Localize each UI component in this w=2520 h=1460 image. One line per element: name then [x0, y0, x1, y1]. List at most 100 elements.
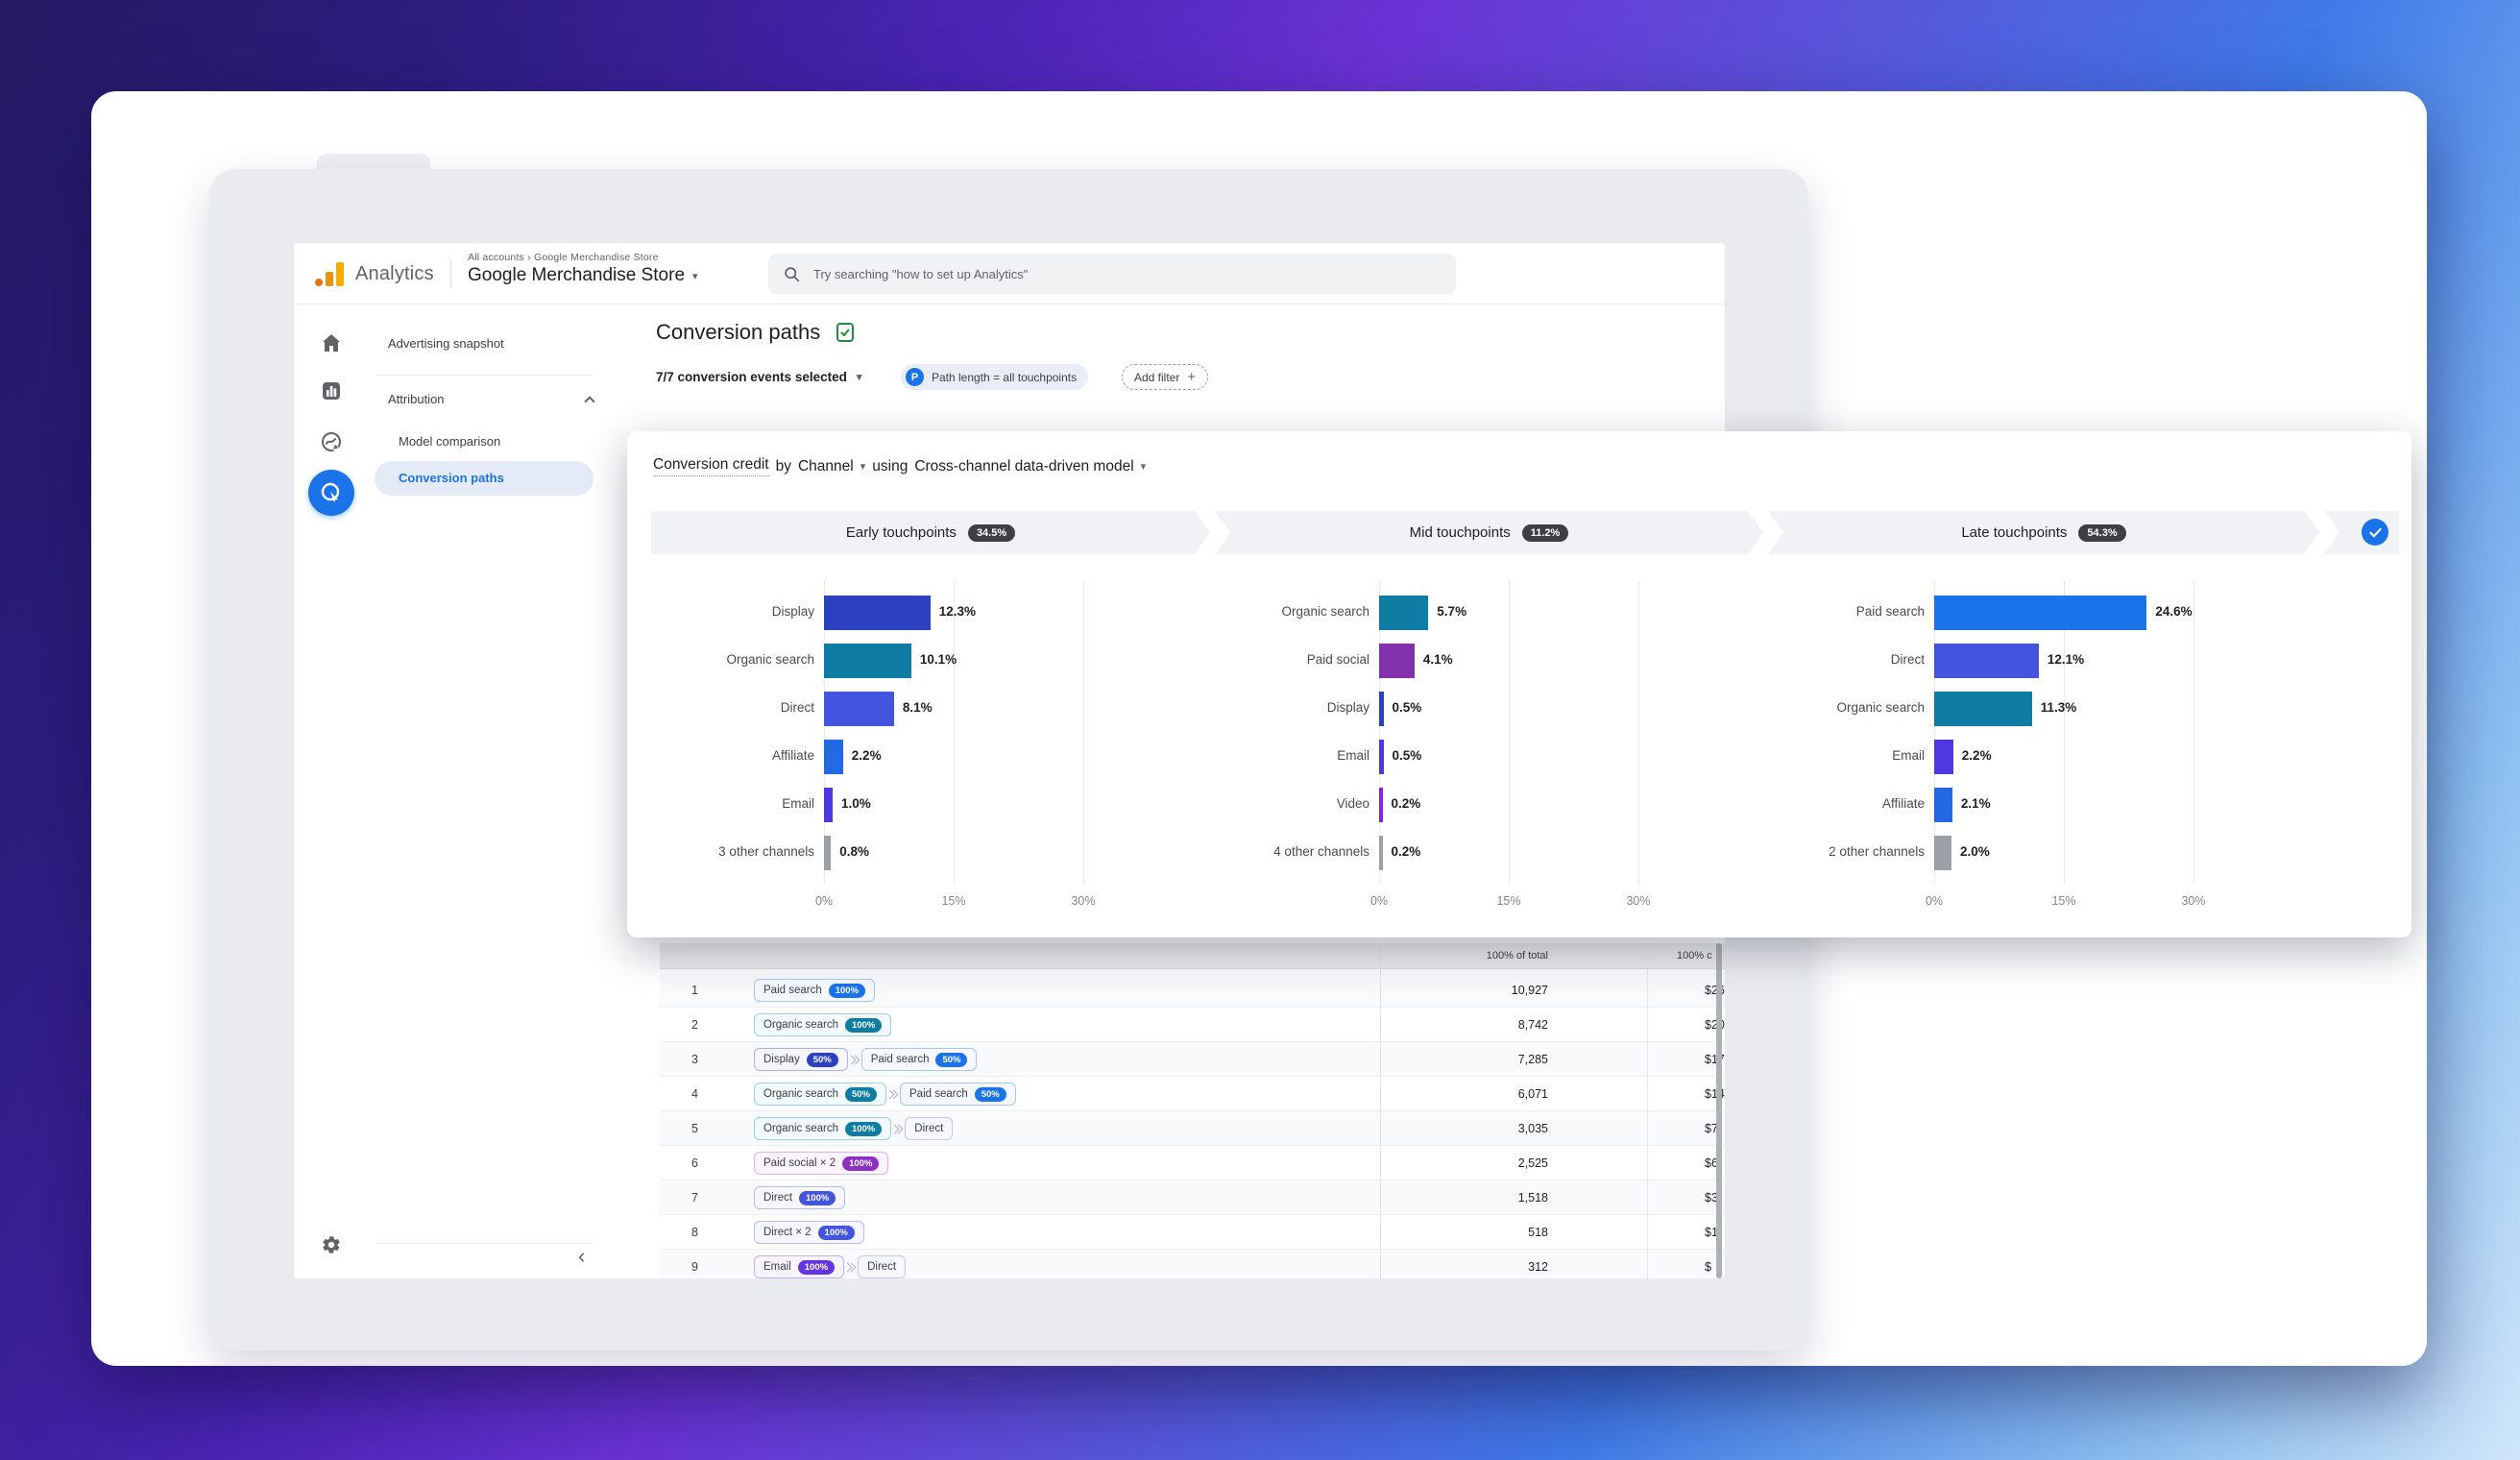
- tab-label: Early touchpoints: [846, 524, 957, 541]
- model-dropdown[interactable]: Cross-channel data-driven model: [914, 458, 1133, 475]
- credit-percent-badge: 100%: [845, 1122, 882, 1136]
- table-row[interactable]: 8Direct × 2100%518$1: [660, 1215, 1725, 1250]
- table-row[interactable]: 2Organic search100%8,742$20: [660, 1008, 1725, 1042]
- row-number: 4: [691, 1087, 715, 1101]
- table-row[interactable]: 5Organic search100%Direct3,035$7: [660, 1111, 1725, 1146]
- table-row[interactable]: 6Paid social × 2100%2,525$6: [660, 1146, 1725, 1180]
- sidebar-item-model-comparison[interactable]: Model comparison: [399, 434, 500, 449]
- channel-chip-label: Display: [763, 1054, 800, 1065]
- chart-category-label: Organic search: [1761, 700, 1925, 715]
- credit-percent-badge: 100%: [845, 1018, 882, 1033]
- channel-chip-label: Email: [763, 1261, 791, 1273]
- data-quality-icon[interactable]: [834, 321, 857, 344]
- tab-mid-touchpoints[interactable]: Mid touchpoints 11.2%: [1215, 511, 1763, 554]
- channel-path: Paid search100%: [754, 979, 875, 1002]
- sidebar-section-attribution[interactable]: Attribution: [388, 392, 594, 406]
- chart-bar: [1934, 788, 1952, 822]
- dimension-dropdown[interactable]: Channel: [798, 458, 854, 475]
- sidebar-item-home[interactable]: [317, 328, 346, 357]
- table-row[interactable]: 4Organic search50%Paid search50%6,071$14: [660, 1077, 1725, 1111]
- conversions-value: 8,742: [1260, 1018, 1548, 1032]
- table-column-divider: [1380, 943, 1381, 1278]
- chart-bar: [824, 692, 894, 726]
- row-number: 2: [691, 1018, 715, 1032]
- nav-bottom-divider: [376, 1243, 594, 1244]
- channel-chip[interactable]: Organic search50%: [754, 1083, 886, 1106]
- path-chevron-icon: [894, 1126, 902, 1132]
- chart-category-label: Affiliate: [1761, 796, 1925, 811]
- chart-late-touchpoints: 0%15%30%Paid search24.6%Direct12.1%Organ…: [1761, 575, 2299, 921]
- channel-chip[interactable]: Direct × 2100%: [754, 1221, 864, 1244]
- chart-category-label: Display: [1206, 700, 1369, 715]
- table-row[interactable]: 3Display50%Paid search50%7,285$17: [660, 1042, 1725, 1077]
- chevron-down-icon: ▾: [857, 371, 862, 383]
- chart-category-label: Email: [1761, 748, 1925, 763]
- conversions-value: 6,071: [1260, 1087, 1548, 1101]
- channel-chip[interactable]: Email100%: [754, 1255, 844, 1278]
- chart-value-label: 0.5%: [1393, 748, 1422, 763]
- chart-bar: [1379, 740, 1384, 774]
- chart-value-label: 12.3%: [939, 604, 976, 619]
- chart-value-label: 2.2%: [852, 748, 882, 763]
- chart-row: Paid search24.6%: [1761, 589, 2299, 637]
- chart-value-label: 8.1%: [903, 700, 933, 715]
- table-row[interactable]: 9Email100%Direct312$: [660, 1250, 1725, 1278]
- table-row[interactable]: 1Paid search100%10,927$26: [660, 973, 1725, 1008]
- chart-bar: [1934, 692, 2032, 726]
- table-scrollbar[interactable]: [1716, 943, 1722, 1278]
- tab-share-badge: 11.2%: [1522, 524, 1569, 542]
- channel-path: Organic search100% Direct: [754, 1117, 953, 1140]
- path-length-filter-chip[interactable]: P Path length = all touchpoints: [901, 364, 1088, 390]
- breadcrumb: All accounts › Google Merchandise Store: [468, 252, 698, 263]
- table-row[interactable]: 7Direct100%1,518$3: [660, 1180, 1725, 1215]
- chart-value-label: 1.0%: [841, 796, 871, 811]
- credit-percent-badge: 100%: [818, 1226, 855, 1240]
- collapse-sidebar-button[interactable]: ‹: [578, 1250, 585, 1263]
- axis-tick-label: 0%: [1905, 894, 1963, 908]
- chart-bar: [824, 596, 931, 630]
- chart-row: Organic search5.7%: [1206, 589, 1744, 637]
- conversions-value: 7,285: [1260, 1053, 1548, 1066]
- chart-bar: [1379, 644, 1415, 678]
- chart-value-label: 12.1%: [2048, 652, 2084, 667]
- conversion-credit-term[interactable]: Conversion credit: [653, 456, 769, 476]
- analytics-logo[interactable]: Analytics: [315, 243, 434, 304]
- channel-chip[interactable]: Paid search50%: [861, 1048, 978, 1071]
- sidebar-item-advertising-active[interactable]: [308, 470, 354, 516]
- chart-bar: [824, 644, 911, 678]
- chart-row: Direct8.1%: [651, 685, 1189, 733]
- channel-chip[interactable]: Paid social × 2100%: [754, 1152, 888, 1175]
- settings-button[interactable]: [317, 1230, 346, 1259]
- chevron-down-icon: ▾: [1141, 460, 1147, 473]
- row-number: 6: [691, 1156, 715, 1170]
- chart-value-label: 2.1%: [1961, 796, 1991, 811]
- analytics-logo-icon: [315, 261, 344, 286]
- tab-share-badge: 34.5%: [968, 524, 1015, 542]
- channel-chip[interactable]: Display50%: [754, 1048, 848, 1071]
- advertising-icon: [319, 480, 344, 505]
- tab-early-touchpoints[interactable]: Early touchpoints 34.5%: [651, 511, 1210, 554]
- selected-check-icon[interactable]: [2362, 519, 2388, 546]
- sidebar-item-reports[interactable]: [317, 377, 346, 405]
- credit-percent-badge: 100%: [799, 1191, 836, 1205]
- chart-row: 3 other channels0.8%: [651, 829, 1189, 877]
- chart-value-label: 2.2%: [1962, 748, 1992, 763]
- sidebar-item-advertising-snapshot[interactable]: Advertising snapshot: [388, 336, 504, 351]
- axis-tick-label: 15%: [2035, 894, 2093, 908]
- channel-chip[interactable]: Direct: [858, 1255, 906, 1278]
- channel-chip[interactable]: Organic search100%: [754, 1013, 891, 1036]
- channel-chip[interactable]: Organic search100%: [754, 1117, 891, 1140]
- chart-value-label: 0.5%: [1393, 700, 1422, 715]
- channel-chip[interactable]: Paid search100%: [754, 979, 875, 1002]
- tab-label: Mid touchpoints: [1410, 524, 1511, 541]
- property-selector[interactable]: All accounts › Google Merchandise Store …: [468, 252, 698, 286]
- search-input[interactable]: Try searching "how to set up Analytics": [768, 254, 1456, 294]
- tab-late-touchpoints[interactable]: Late touchpoints54.3%: [1768, 511, 2319, 554]
- sidebar-item-explore[interactable]: [317, 427, 346, 456]
- channel-chip[interactable]: Paid search50%: [900, 1083, 1016, 1106]
- conversion-events-dropdown[interactable]: 7/7 conversion events selected ▾: [656, 370, 861, 384]
- add-filter-button[interactable]: Add filter +: [1122, 364, 1208, 390]
- channel-chip[interactable]: Direct100%: [754, 1186, 845, 1209]
- channel-chip[interactable]: Direct: [905, 1117, 953, 1140]
- chart-bar: [1379, 788, 1383, 822]
